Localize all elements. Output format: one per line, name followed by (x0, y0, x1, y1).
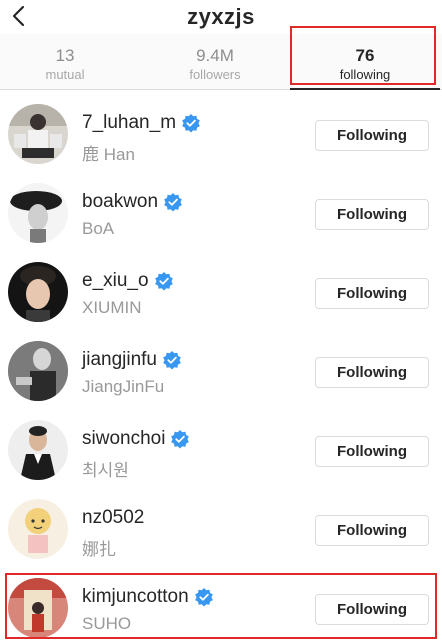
username-text: kimjuncotton (82, 586, 189, 607)
username-text: boakwon (82, 191, 159, 212)
avatar[interactable] (8, 104, 68, 164)
tab-bar: 13 mutual 9.4M followers 76 following (0, 34, 442, 90)
following-button[interactable]: Following (315, 199, 429, 230)
avatar[interactable] (8, 183, 68, 243)
verified-badge-icon (194, 588, 213, 607)
verified-badge-icon (182, 114, 200, 133)
tab-count: 13 (55, 46, 75, 65)
verified-badge-icon (154, 272, 173, 291)
username[interactable]: kimjuncotton (82, 586, 214, 608)
list-item[interactable]: jiangjinfu JiangJinFu Following (0, 333, 442, 412)
avatar[interactable] (8, 420, 68, 480)
full-name: 娜扎 (82, 540, 116, 559)
tab-mutual[interactable]: 13 mutual (0, 34, 130, 90)
verified-badge-icon (164, 193, 182, 212)
username-text: jiangjinfu (82, 349, 157, 370)
full-name: BoA (82, 219, 115, 238)
tab-count: 9.4M (196, 46, 234, 65)
tab-label: mutual (45, 67, 85, 82)
following-button[interactable]: Following (315, 594, 429, 625)
verified-badge-icon (163, 351, 181, 370)
following-button[interactable]: Following (315, 357, 429, 388)
following-button[interactable]: Following (315, 120, 429, 151)
tab-following[interactable]: 76 following (290, 34, 440, 90)
list-item[interactable]: e_xiu_o XIUMIN Following (0, 254, 442, 333)
tab-followers[interactable]: 9.4M followers (150, 34, 280, 90)
full-name: XIUMIN (82, 298, 142, 317)
username-text: siwonchoi (82, 428, 166, 449)
list-item[interactable]: boakwon BoA Following (0, 175, 442, 254)
avatar[interactable] (8, 341, 68, 401)
verified-badge-icon (171, 430, 190, 449)
following-button[interactable]: Following (315, 278, 429, 309)
following-button[interactable]: Following (315, 436, 429, 467)
list-item[interactable]: 7_luhan_m 鹿 Han Following (0, 96, 442, 175)
tab-label: following (339, 67, 391, 82)
username[interactable]: nz0502 (82, 507, 144, 529)
list-item[interactable]: kimjuncotton SUHO Following (0, 570, 442, 642)
full-name: SUHO (82, 614, 132, 633)
username[interactable]: siwonchoi (82, 428, 190, 450)
username-text: e_xiu_o (82, 270, 149, 291)
username[interactable]: jiangjinfu (82, 349, 182, 371)
username[interactable]: boakwon (82, 191, 183, 213)
full-name: 鹿 Han (82, 145, 135, 164)
username[interactable]: e_xiu_o (82, 270, 174, 292)
tab-count: 76 (355, 46, 375, 65)
avatar[interactable] (8, 499, 68, 559)
tab-label: followers (189, 67, 241, 82)
username-text: 7_luhan_m (82, 112, 177, 133)
list-item[interactable]: siwonchoi 최시원 Following (0, 412, 442, 491)
page-title: zyxzjs (187, 4, 255, 29)
top-bar: zyxzjs (0, 0, 442, 34)
username-text: nz0502 (82, 507, 145, 528)
list-item[interactable]: nz0502 娜扎 Following (0, 491, 442, 570)
full-name: 최시원 (82, 461, 129, 480)
full-name: JiangJinFu (82, 377, 165, 396)
username[interactable]: 7_luhan_m (82, 112, 201, 134)
avatar[interactable] (8, 262, 68, 322)
avatar[interactable] (8, 578, 68, 638)
following-button[interactable]: Following (315, 515, 429, 546)
